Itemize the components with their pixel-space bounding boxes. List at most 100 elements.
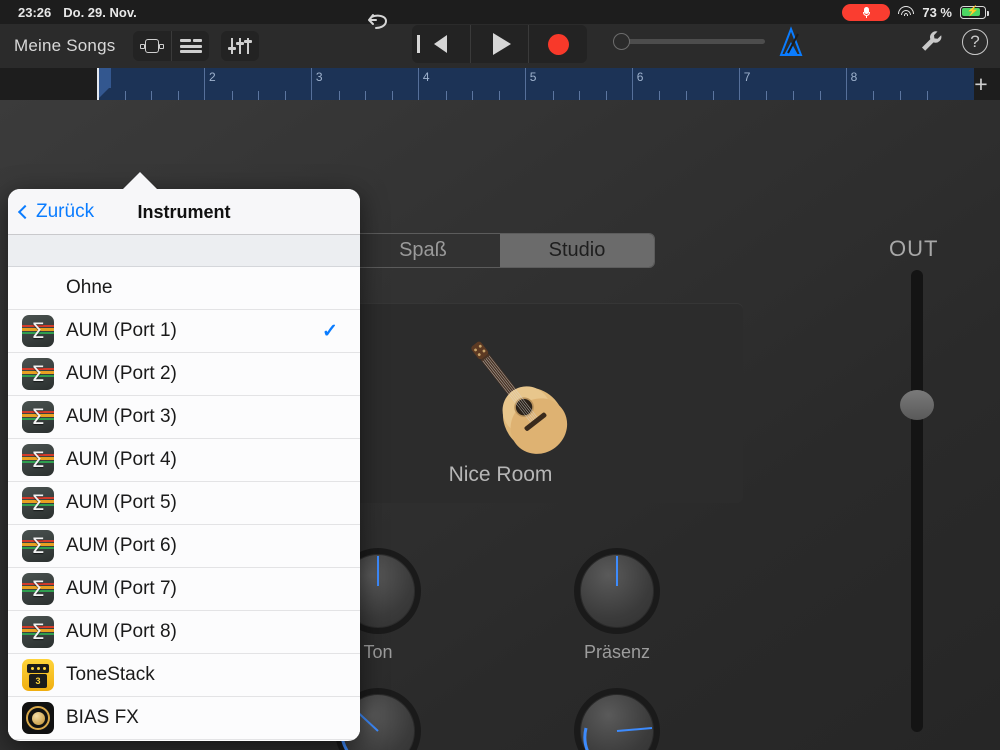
undo-button[interactable] (366, 11, 392, 33)
master-volume-slider[interactable] (613, 36, 765, 46)
mode-segmented-control[interactable]: Spaß Studio (345, 233, 655, 268)
aum-app-icon: Σ (22, 487, 54, 519)
ruler-bar: 2 (204, 68, 311, 100)
tab-spass[interactable]: Spaß (346, 234, 500, 267)
status-bar-right: 73 % ⚡ (842, 4, 1000, 21)
record-icon (548, 34, 569, 55)
undo-arrow-icon (366, 11, 392, 33)
aum-app-icon: Σ (22, 358, 54, 390)
list-item-label: ToneStack (66, 664, 322, 686)
ruler-tick (873, 91, 874, 100)
instrument-popover: Zurück Instrument Ohne✓ΣAUM (Port 1)✓ΣAU… (8, 189, 360, 741)
list-item[interactable]: Ohne✓ (8, 267, 360, 310)
ruler-bar-number: 3 (316, 70, 323, 84)
ruler-tick (686, 91, 687, 100)
tracks-view-button[interactable] (171, 31, 209, 61)
aum-app-icon: Σ (22, 616, 54, 648)
recording-indicator[interactable] (842, 4, 890, 21)
metronome-button[interactable] (776, 26, 806, 58)
popover-title: Instrument (8, 189, 360, 235)
ruler-tick (151, 91, 152, 100)
knob-dial[interactable] (574, 688, 660, 750)
output-volume-knob[interactable] (900, 390, 934, 420)
knob-indicator (574, 548, 660, 634)
settings-button[interactable] (918, 28, 946, 56)
tonestack-app-icon: 3 (22, 659, 54, 691)
master-volume-knob[interactable] (613, 33, 630, 50)
rewind-icon (434, 35, 447, 53)
my-songs-button[interactable]: Meine Songs (0, 36, 115, 56)
ruler-bar: 8 (846, 68, 953, 100)
knob-dial[interactable] (574, 548, 660, 634)
battery-percent: 73 % (922, 5, 952, 20)
acoustic-guitar-image (428, 323, 598, 463)
aum-app-icon: Σ (22, 315, 54, 347)
list-item-label: AUM (Port 3) (66, 406, 322, 428)
list-item[interactable]: ΣAUM (Port 8)✓ (8, 611, 360, 654)
ruler-tick (178, 91, 179, 100)
ruler-bar: 7 (739, 68, 846, 100)
view-mode-segmented-control (133, 31, 209, 61)
list-item[interactable]: 3ToneStack✓ (8, 654, 360, 697)
popover-arrow (122, 172, 158, 190)
ruler-tick (232, 91, 233, 100)
status-date: Do. 29. Nov. (63, 5, 136, 20)
instrument-view-button[interactable] (133, 31, 171, 61)
play-icon (493, 33, 511, 55)
tracks-view-icon (180, 39, 202, 53)
timeline-ruler[interactable]: 123 4 567 8 (97, 68, 974, 100)
list-item-label: AUM (Port 4) (66, 449, 322, 471)
list-item-label: AUM (Port 6) (66, 535, 322, 557)
ruler-tick (125, 91, 126, 100)
ruler-bar: 4 (418, 68, 525, 100)
help-button[interactable]: ? (962, 29, 988, 55)
biasfx-app-icon (22, 702, 54, 734)
ruler-tick (339, 91, 340, 100)
list-item-label: AUM (Port 2) (66, 363, 322, 385)
ruler-tick (446, 91, 447, 100)
list-item[interactable]: Σ AUM (Port 1)✓ (8, 310, 360, 353)
tab-studio[interactable]: Studio (500, 234, 654, 267)
list-item-label: AUM (Port 1) (66, 320, 322, 342)
transport-controls (412, 25, 587, 63)
rewind-button[interactable] (412, 25, 470, 63)
ruler-tick (713, 91, 714, 100)
ruler-tick (606, 91, 607, 100)
popover-header: Zurück Instrument (8, 189, 360, 235)
list-item[interactable]: ΣAUM (Port 2)✓ (8, 353, 360, 396)
instrument-view-icon (140, 39, 164, 53)
ruler-bar-number: 4 (423, 70, 430, 84)
garageband-screen: 23:26 Do. 29. Nov. 73 % ⚡ Meine Songs (0, 0, 1000, 750)
play-button[interactable] (470, 25, 529, 63)
battery-charging-icon: ⚡ (960, 6, 986, 19)
knob-label: Präsenz (574, 642, 660, 663)
list-item[interactable]: BIAS FX✓ (8, 697, 360, 740)
checkmark-icon: ✓ (322, 320, 342, 343)
playhead[interactable] (97, 68, 111, 100)
list-item[interactable]: ΣAUM (Port 5)✓ (8, 482, 360, 525)
knob-raum[interactable]: Raum (574, 688, 660, 750)
ruler-bar-number: 8 (851, 70, 858, 84)
list-item[interactable]: ΣAUM (Port 4)✓ (8, 439, 360, 482)
ruler-bar: 5 (525, 68, 632, 100)
ruler-bar-number: 7 (744, 70, 751, 84)
list-item[interactable]: ΣAUM (Port 7)✓ (8, 568, 360, 611)
ruler-tick (553, 91, 554, 100)
mixer-button[interactable] (221, 31, 259, 61)
list-item-label: AUM (Port 7) (66, 578, 322, 600)
ruler-bar: 6 (632, 68, 739, 100)
ruler-tick (659, 91, 660, 100)
list-item[interactable]: ΣAUM (Port 6)✓ (8, 525, 360, 568)
list-item[interactable]: ΣAUM (Port 3)✓ (8, 396, 360, 439)
output-volume-slider[interactable] (911, 270, 923, 732)
metronome-icon (776, 26, 806, 58)
knob-praesenz[interactable]: Präsenz (574, 548, 660, 663)
record-button[interactable] (528, 25, 587, 63)
ruler-tick (766, 91, 767, 100)
aum-app-icon: Σ (22, 444, 54, 476)
ruler-tick (793, 91, 794, 100)
ruler-tick (285, 91, 286, 100)
ruler-tick (392, 91, 393, 100)
add-track-button[interactable]: + (971, 74, 991, 94)
ruler-bar: 1 (97, 68, 204, 100)
